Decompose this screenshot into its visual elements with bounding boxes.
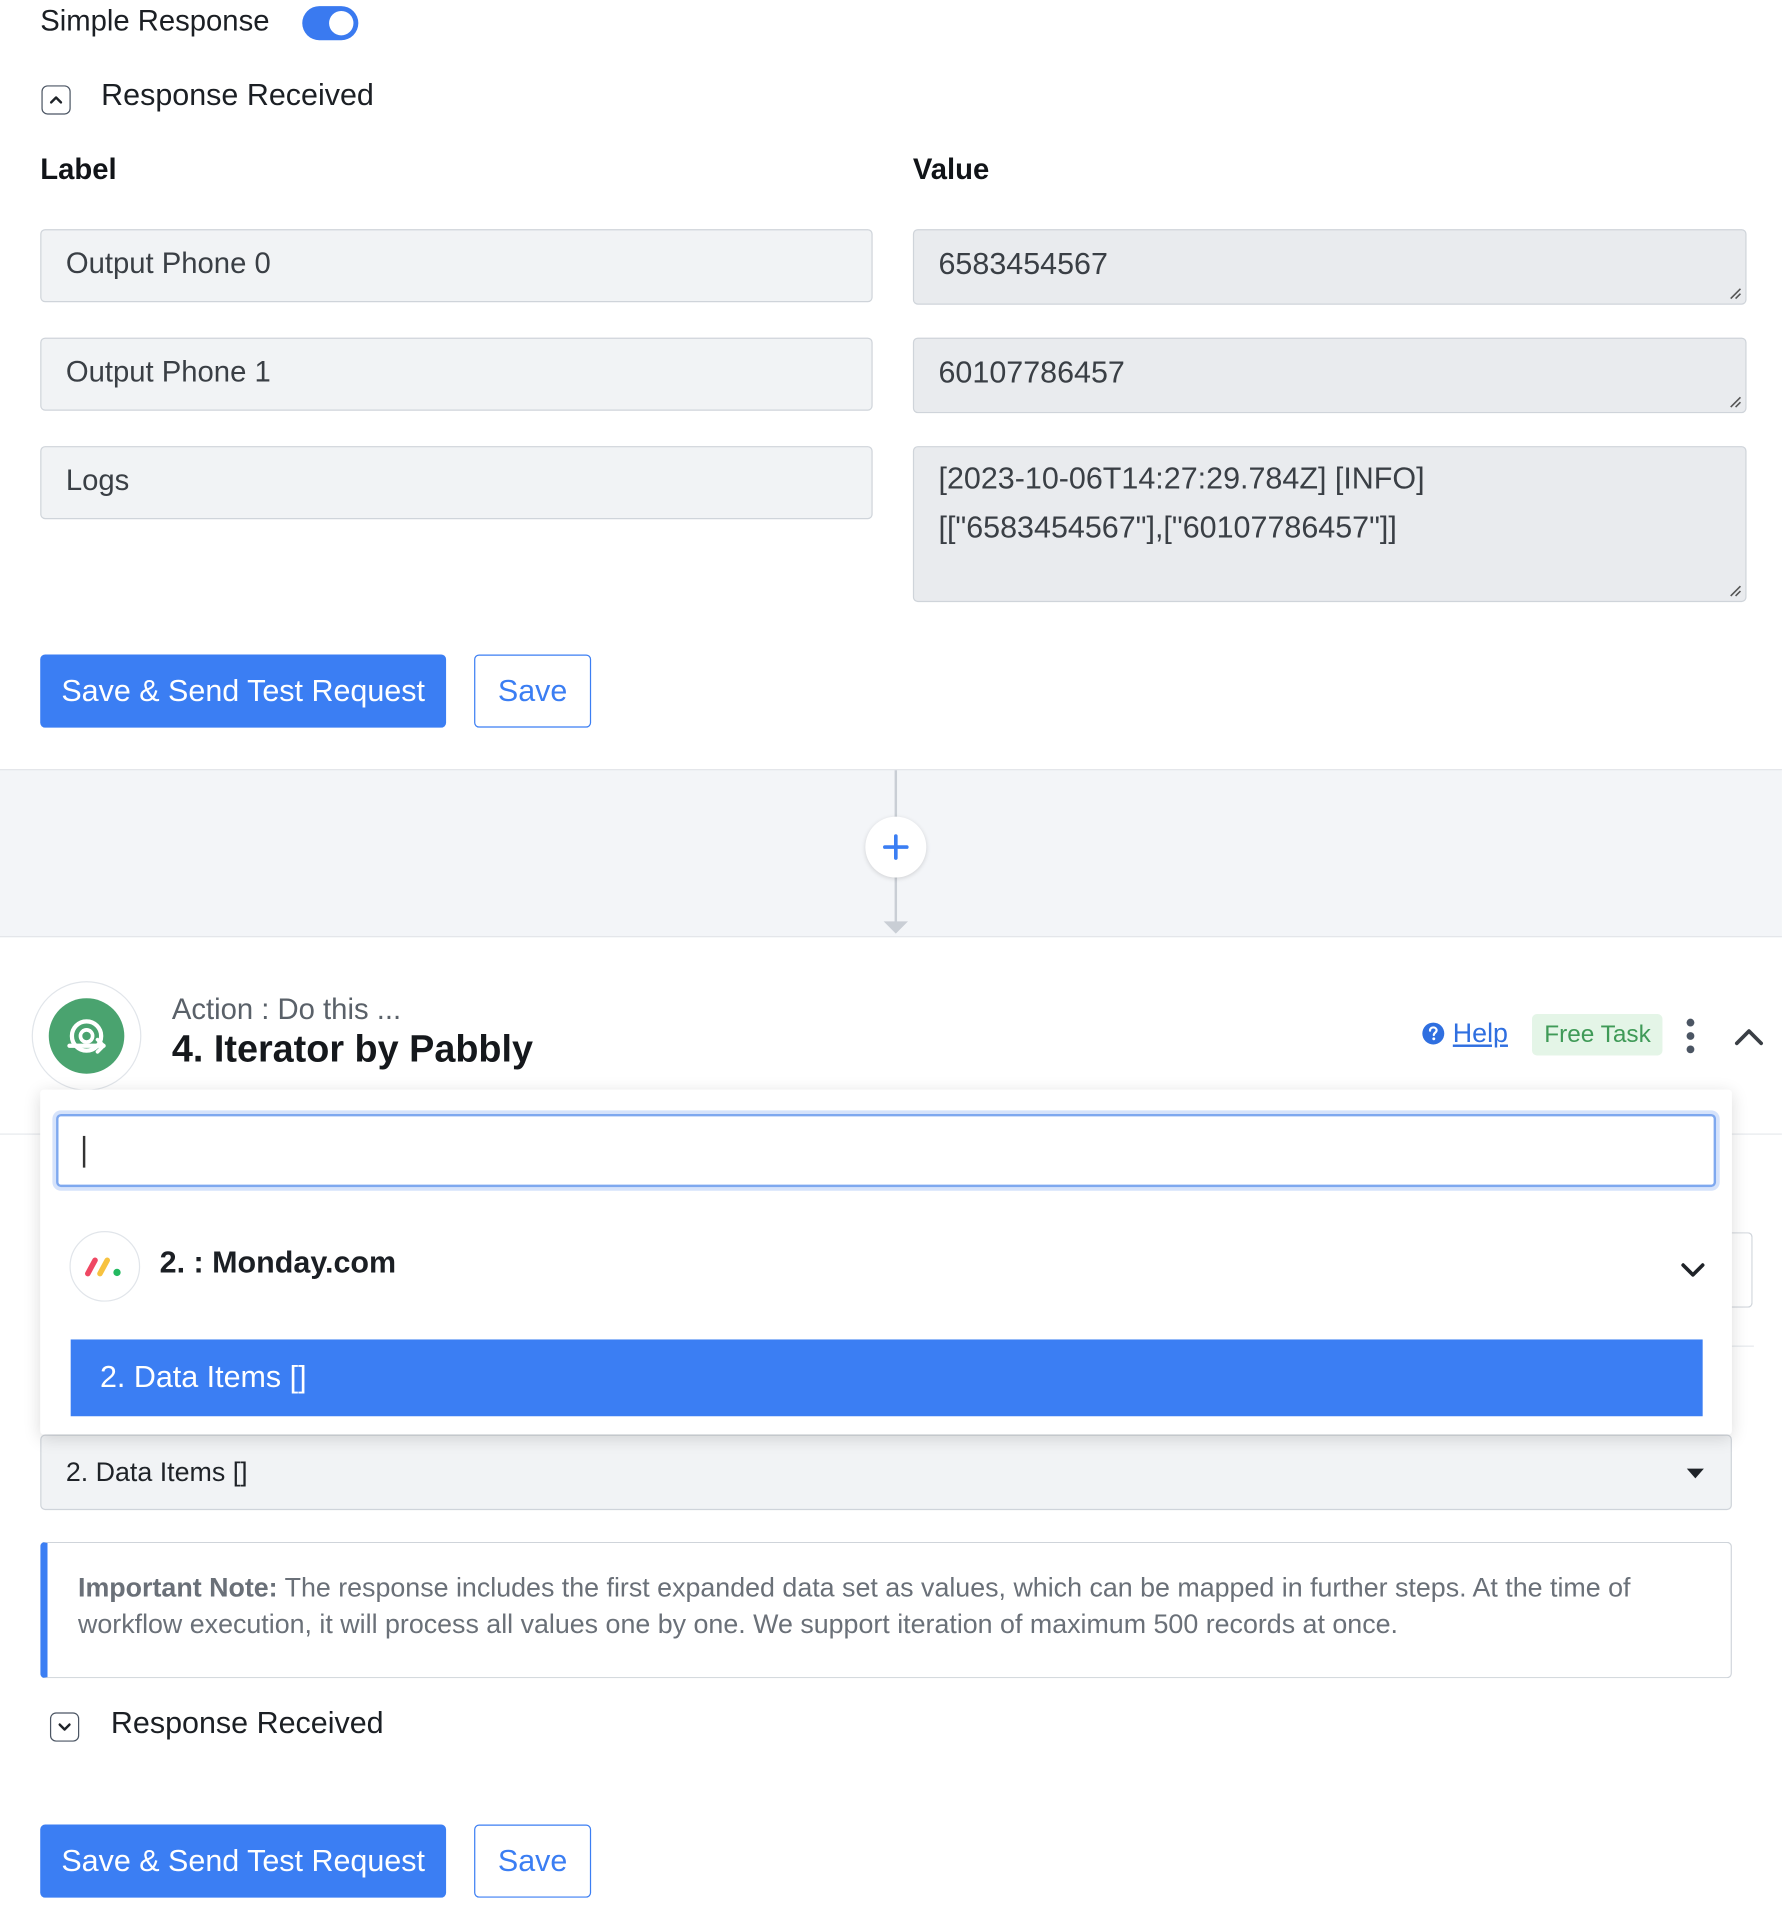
- help-link-text[interactable]: Help: [1453, 1018, 1508, 1050]
- save-send-test-request-button[interactable]: Save & Send Test Request: [40, 654, 447, 728]
- save-button[interactable]: Save: [474, 1824, 592, 1898]
- response-label-field[interactable]: Output Phone 0: [40, 229, 873, 303]
- label-column-header: Label: [40, 153, 117, 187]
- page: Simple Response Response Received Label …: [0, 0, 1782, 1912]
- dropdown-group-name: 2. : Monday.com: [159, 1245, 397, 1280]
- note-title: Important Note:: [78, 1572, 278, 1603]
- plus-icon: [883, 834, 909, 860]
- collapse-step-chevron-icon[interactable]: [1731, 1021, 1768, 1053]
- save-send-test-request-button[interactable]: Save & Send Test Request: [40, 1824, 447, 1898]
- more-options-icon[interactable]: [1678, 1016, 1702, 1055]
- iterator-icon: [48, 998, 125, 1074]
- dropdown-group-monday[interactable]: 2. : Monday.com: [69, 1230, 1705, 1304]
- resize-handle-icon[interactable]: [1727, 583, 1742, 598]
- caret-down-icon: [1686, 1468, 1704, 1479]
- expand-chevron-down-icon[interactable]: [49, 1712, 80, 1742]
- toggle-knob: [329, 10, 354, 36]
- chevron-down-icon[interactable]: [1678, 1258, 1707, 1282]
- connector-line: [894, 770, 898, 820]
- monday-logo: [69, 1230, 141, 1302]
- select-value: 2. Data Items []: [65, 1456, 248, 1487]
- connector-line: [894, 877, 898, 924]
- dropdown-search-input[interactable]: [56, 1113, 1717, 1188]
- divider: [0, 1133, 41, 1135]
- save-button[interactable]: Save: [474, 654, 592, 728]
- collapse-chevron-up-icon[interactable]: [41, 85, 71, 115]
- question-circle-icon: [1422, 1022, 1445, 1045]
- important-note: Important Note: The response includes th…: [40, 1541, 1732, 1679]
- help-link[interactable]: Help: [1421, 1018, 1508, 1050]
- simple-response-toggle[interactable]: [302, 6, 359, 41]
- text-cursor: [82, 1135, 86, 1168]
- app-icon-container: [31, 981, 142, 1091]
- response-label-field[interactable]: Output Phone 1: [40, 337, 873, 411]
- value-column-header: Value: [912, 153, 990, 187]
- action-subtitle: Action : Do this ...: [171, 993, 402, 1027]
- response-value-field[interactable]: 60107786457: [912, 337, 1747, 414]
- response-received-title: Response Received: [110, 1706, 384, 1741]
- action-title: 4. Iterator by Pabbly: [171, 1027, 534, 1071]
- resize-handle-icon[interactable]: [1727, 394, 1742, 409]
- response-value-text: 60107786457: [938, 355, 1125, 391]
- logs-line: [2023-10-06T14:27:29.784Z] [INFO]: [938, 461, 1425, 497]
- response-value-text: 6583454567: [938, 247, 1108, 282]
- free-task-badge: Free Task: [1532, 1014, 1663, 1056]
- iterate-data-select[interactable]: 2. Data Items []: [40, 1434, 1732, 1511]
- response-label-field[interactable]: Logs: [40, 446, 873, 520]
- logs-line: [["6583454567"],["60107786457"]]: [938, 510, 1397, 545]
- simple-response-label: Simple Response: [40, 4, 270, 38]
- divider: [1731, 1345, 1754, 1347]
- dropdown-option-data-items[interactable]: 2. Data Items []: [70, 1339, 1703, 1417]
- field-mapping-dropdown: 2. : Monday.com 2. Data Items []: [40, 1089, 1732, 1435]
- add-step-button[interactable]: [865, 816, 927, 878]
- response-received-title: Response Received: [101, 78, 374, 113]
- connector-arrow-icon: [883, 921, 909, 934]
- resize-handle-icon[interactable]: [1727, 285, 1742, 300]
- response-value-field[interactable]: 6583454567: [912, 229, 1747, 305]
- note-text: The response includes the first expanded…: [78, 1572, 1631, 1640]
- logs-value-field[interactable]: [2023-10-06T14:27:29.784Z] [INFO] [["658…: [912, 446, 1747, 603]
- divider: [1731, 1133, 1782, 1135]
